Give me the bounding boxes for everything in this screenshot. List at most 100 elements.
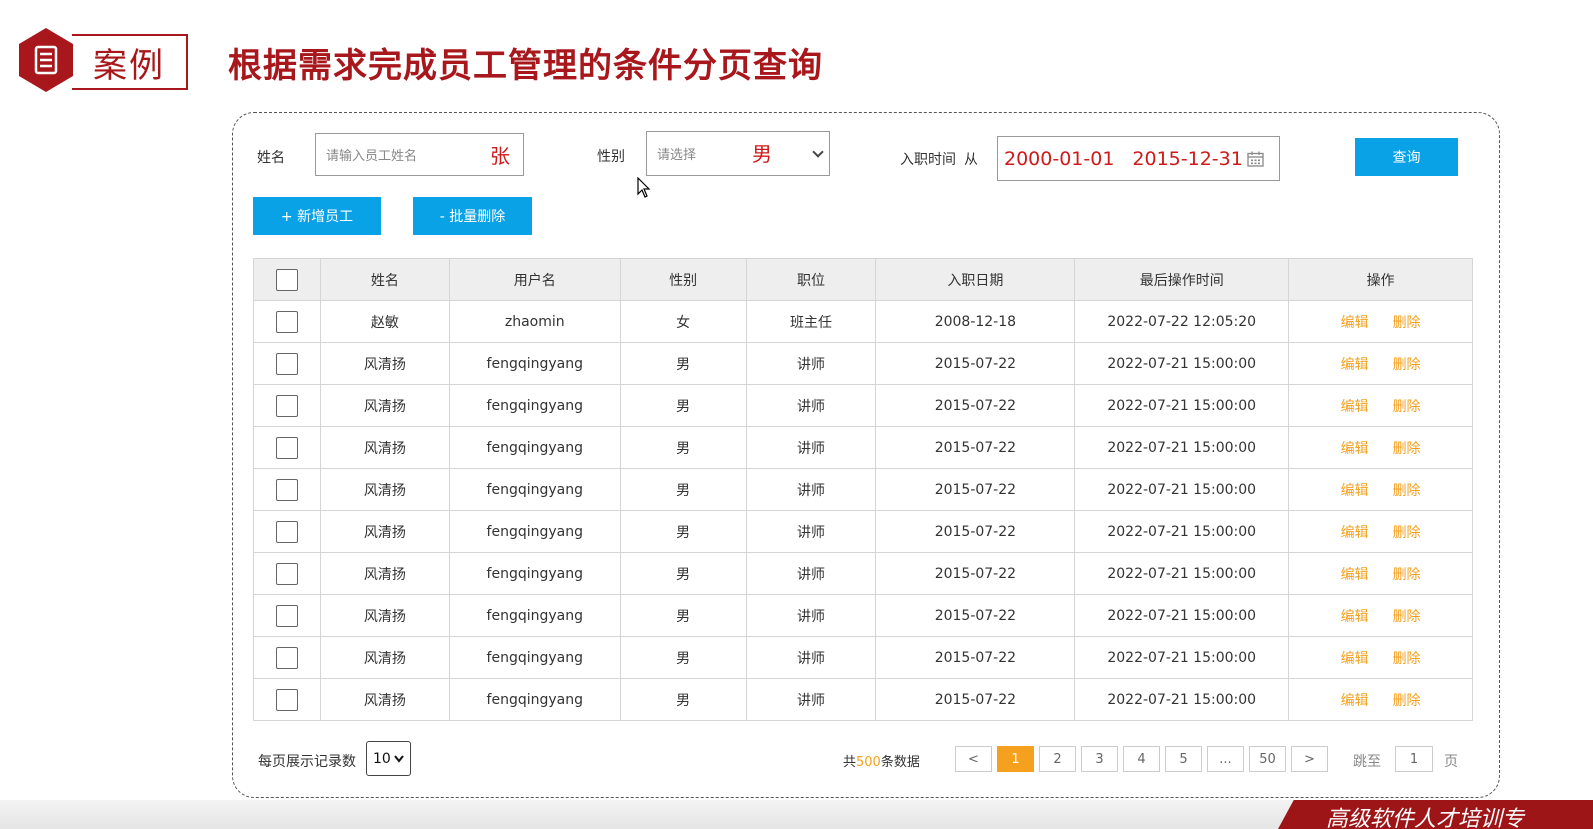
prev-page-button[interactable]: <	[955, 746, 992, 772]
edit-link[interactable]: 编辑	[1341, 525, 1369, 541]
cell-position: 讲师	[745, 468, 877, 511]
cell-gender: 男	[619, 342, 747, 385]
page-button-4[interactable]: 4	[1123, 746, 1160, 772]
cell-last-op-time: 2022-07-21 15:00:00	[1074, 594, 1290, 637]
cell-position: 讲师	[745, 426, 877, 469]
select-all-checkbox[interactable]	[275, 268, 298, 291]
cell-actions: 编辑 删除	[1288, 636, 1473, 679]
table-row: 风清扬 fengqingyang 男讲师 2015-07-22 2022-07-21 1…	[253, 636, 1473, 679]
delete-link[interactable]: 删除	[1393, 357, 1421, 373]
column-header-last-op-time: 最后操作时间	[1074, 258, 1290, 301]
table-row: 风清扬 fengqingyang 男讲师 2015-07-22 2022-07-21 1…	[253, 342, 1473, 385]
page-button-50[interactable]: 50	[1249, 746, 1286, 772]
page-size-select[interactable]: 10	[366, 741, 411, 776]
add-employee-button[interactable]: + 新增员工	[253, 197, 381, 235]
page-ellipsis[interactable]: ...	[1207, 746, 1244, 772]
query-button[interactable]: 查询	[1355, 138, 1458, 176]
name-input-placeholder: 请输入员工姓名	[326, 149, 418, 164]
cell-gender: 男	[619, 384, 747, 427]
page-button-5[interactable]: 5	[1165, 746, 1202, 772]
row-checkbox[interactable]	[275, 352, 298, 375]
total-count: 500	[856, 755, 881, 770]
row-checkbox[interactable]	[275, 520, 298, 543]
row-select-cell	[253, 552, 321, 595]
table-row: 风清扬 fengqingyang 男讲师 2015-07-22 2022-07-21 1…	[253, 510, 1473, 553]
cell-actions: 编辑 删除	[1288, 384, 1473, 427]
row-select-cell	[253, 594, 321, 637]
edit-link[interactable]: 编辑	[1341, 483, 1369, 499]
row-checkbox[interactable]	[275, 478, 298, 501]
cell-entry-date: 2015-07-22	[875, 426, 1076, 469]
delete-link[interactable]: 删除	[1393, 441, 1421, 457]
edit-link[interactable]: 编辑	[1341, 399, 1369, 415]
cell-gender: 男	[619, 510, 747, 553]
row-checkbox[interactable]	[275, 604, 298, 627]
cell-entry-date: 2015-07-22	[875, 384, 1076, 427]
table-row: 风清扬 fengqingyang 男讲师 2015-07-22 2022-07-21 1…	[253, 468, 1473, 511]
cell-username: fengqingyang	[448, 510, 621, 553]
cell-username: fengqingyang	[448, 468, 621, 511]
edit-link[interactable]: 编辑	[1341, 441, 1369, 457]
row-select-cell	[253, 300, 321, 343]
total-records: 共500条数据	[843, 751, 920, 770]
page-button-3[interactable]: 3	[1081, 746, 1118, 772]
delete-link[interactable]: 删除	[1393, 315, 1421, 331]
cell-entry-date: 2008-12-18	[875, 300, 1076, 343]
cell-last-op-time: 2022-07-21 15:00:00	[1074, 678, 1290, 721]
edit-link[interactable]: 编辑	[1341, 651, 1369, 667]
jump-to-page-input[interactable]: 1	[1395, 746, 1433, 772]
edit-link[interactable]: 编辑	[1341, 693, 1369, 709]
cell-actions: 编辑 删除	[1288, 342, 1473, 385]
gender-hint: 男	[752, 142, 772, 166]
gender-select[interactable]: 请选择	[646, 131, 830, 176]
row-checkbox[interactable]	[275, 394, 298, 417]
delete-link[interactable]: 删除	[1393, 567, 1421, 583]
edit-link[interactable]: 编辑	[1341, 609, 1369, 625]
gender-select-placeholder: 请选择	[657, 148, 697, 163]
batch-delete-button[interactable]: - 批量删除	[413, 197, 532, 235]
cell-entry-date: 2015-07-22	[875, 594, 1076, 637]
cell-actions: 编辑 删除	[1288, 552, 1473, 595]
chevron-down-icon	[394, 755, 404, 763]
cell-name: 风清扬	[319, 510, 450, 553]
row-checkbox[interactable]	[275, 562, 298, 585]
cell-entry-date: 2015-07-22	[875, 510, 1076, 553]
delete-link[interactable]: 删除	[1393, 483, 1421, 499]
cell-position: 讲师	[745, 384, 877, 427]
entry-date-from-label: 从	[964, 152, 978, 168]
page-button-2[interactable]: 2	[1039, 746, 1076, 772]
delete-link[interactable]: 删除	[1393, 693, 1421, 709]
cell-name: 风清扬	[319, 678, 450, 721]
cell-name: 风清扬	[319, 468, 450, 511]
next-page-button[interactable]: >	[1291, 746, 1328, 772]
page-button-1[interactable]: 1	[997, 746, 1034, 772]
delete-link[interactable]: 删除	[1393, 525, 1421, 541]
date-start-value: 2000-01-01	[1004, 147, 1115, 170]
column-header-actions: 操作	[1288, 258, 1473, 301]
cell-name: 赵敏	[319, 300, 450, 343]
row-checkbox[interactable]	[275, 436, 298, 459]
header-select-all	[253, 258, 321, 301]
cell-gender: 男	[619, 426, 747, 469]
cell-username: fengqingyang	[448, 594, 621, 637]
delete-link[interactable]: 删除	[1393, 399, 1421, 415]
mouse-cursor-icon	[637, 177, 651, 198]
cell-actions: 编辑 删除	[1288, 300, 1473, 343]
table-row: 风清扬 fengqingyang 男讲师 2015-07-22 2022-07-21 1…	[253, 594, 1473, 637]
edit-link[interactable]: 编辑	[1341, 357, 1369, 373]
delete-link[interactable]: 删除	[1393, 609, 1421, 625]
row-checkbox[interactable]	[275, 688, 298, 711]
edit-link[interactable]: 编辑	[1341, 315, 1369, 331]
cell-username: zhaomin	[448, 300, 621, 343]
row-select-cell	[253, 384, 321, 427]
row-checkbox[interactable]	[275, 646, 298, 669]
row-checkbox[interactable]	[275, 310, 298, 333]
delete-link[interactable]: 删除	[1393, 651, 1421, 667]
calendar-icon	[1247, 151, 1264, 167]
entry-date-range-picker[interactable]: 2000-01-01 2015-12-31	[997, 136, 1280, 181]
total-suffix: 条数据	[880, 755, 920, 770]
cell-entry-date: 2015-07-22	[875, 636, 1076, 679]
cell-position: 班主任	[745, 300, 877, 343]
edit-link[interactable]: 编辑	[1341, 567, 1369, 583]
cell-username: fengqingyang	[448, 636, 621, 679]
